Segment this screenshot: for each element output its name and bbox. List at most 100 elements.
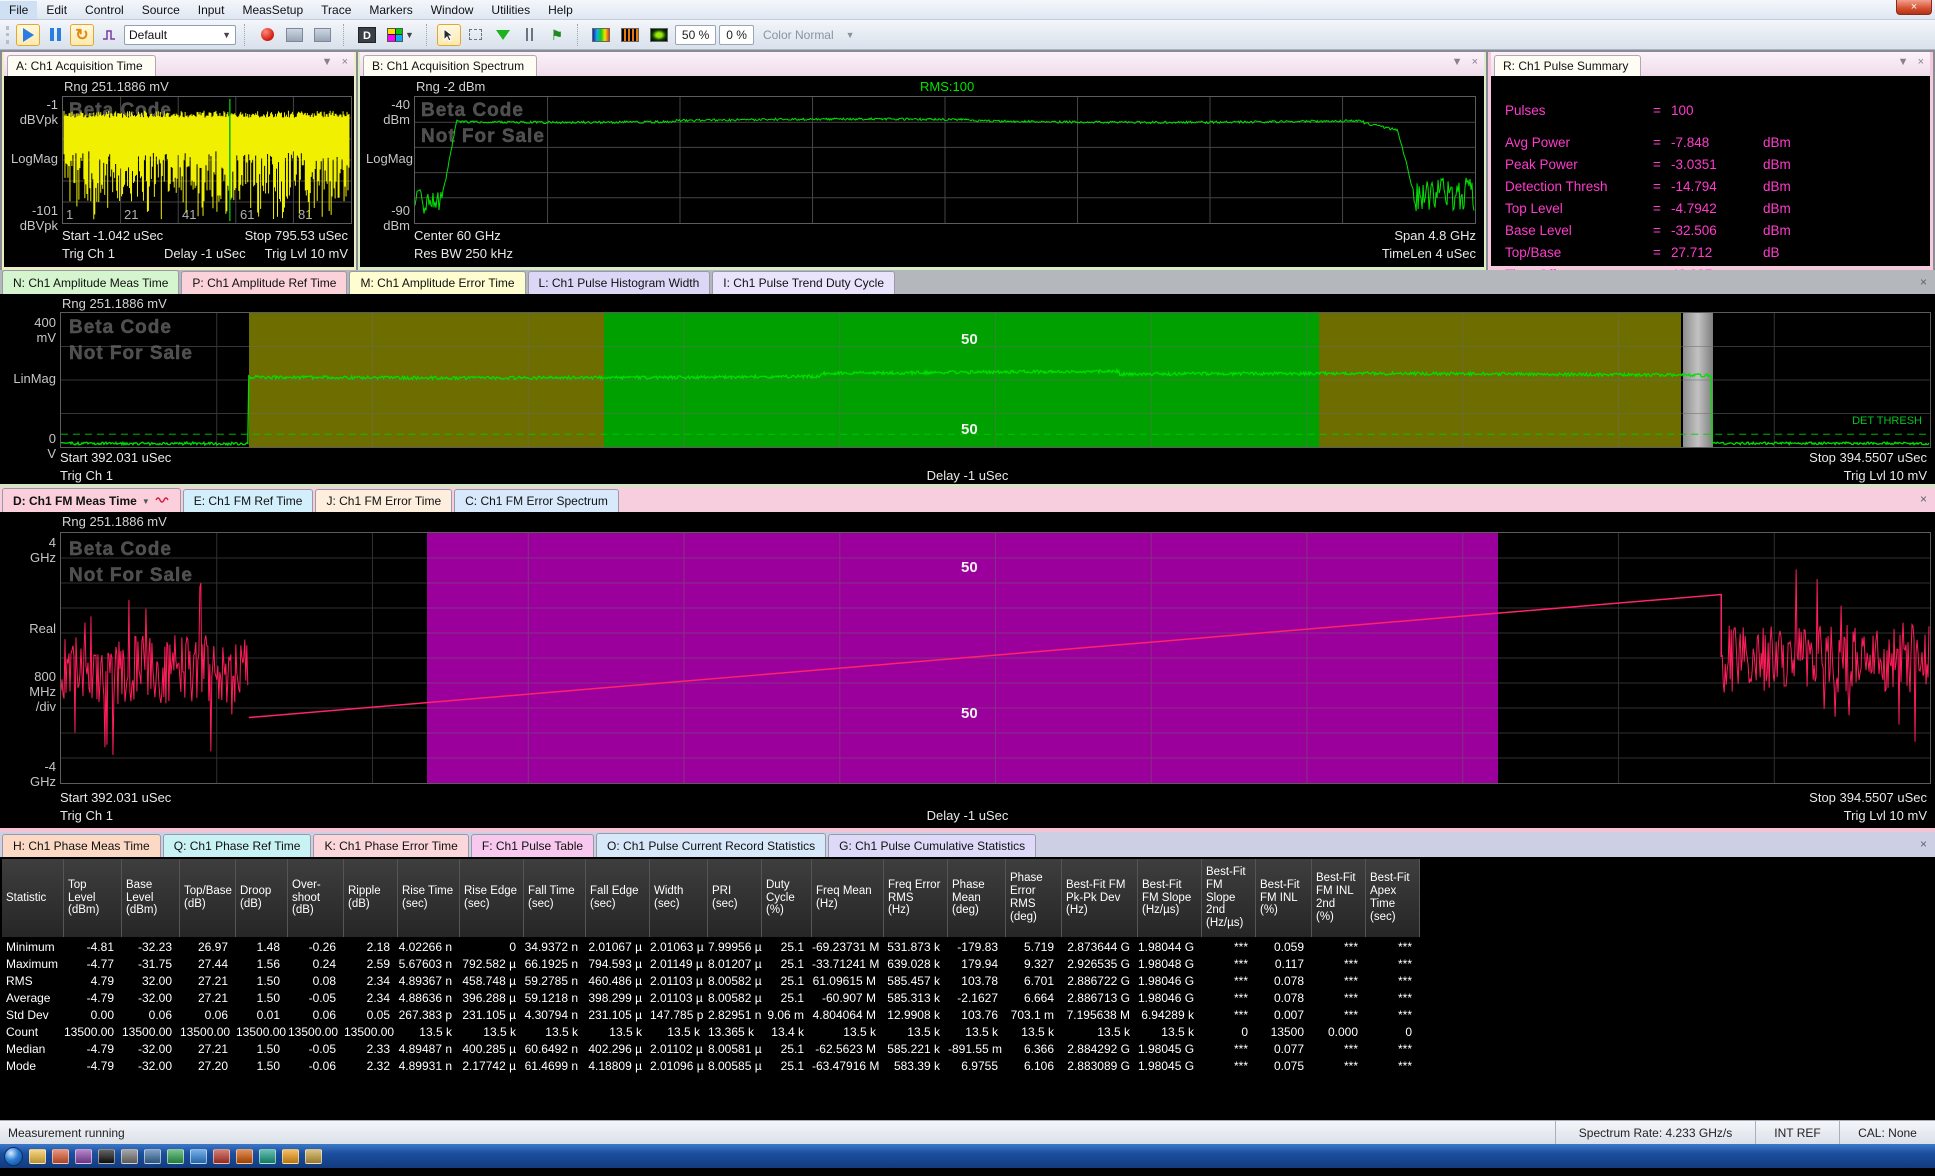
recording-open-button[interactable] [282, 24, 307, 46]
row-close-icon[interactable]: × [1920, 492, 1927, 506]
histogram-view-button[interactable] [617, 24, 643, 46]
menu-control[interactable]: Control [76, 1, 133, 19]
cell-value: 32.00 [122, 973, 180, 990]
panel-minimize-icon[interactable]: ▼ [1898, 56, 1909, 68]
menu-source[interactable]: Source [133, 1, 189, 19]
trace-select-button[interactable]: D [354, 24, 380, 46]
cell-value: 460.486 µ [586, 973, 650, 990]
chevron-down-icon[interactable]: ▼ [142, 497, 150, 506]
panel-minimize-icon[interactable]: ▼ [322, 56, 333, 68]
cell-value: 396.288 µ [460, 990, 524, 1007]
acquisition-time-plot[interactable]: Beta CodeNot For Sale 121416181 [62, 96, 352, 224]
fm-meas-plot[interactable]: Beta CodeNot For Sale 50 50 [60, 532, 1931, 784]
cell-value: *** [1202, 990, 1256, 1007]
start-button[interactable] [4, 1147, 23, 1166]
tab-h[interactable]: H: Ch1 Phase Meas Time [2, 834, 161, 857]
cell-value: 8.00585 µ [708, 1058, 762, 1075]
band-marker-button[interactable] [518, 24, 542, 46]
column-header: Best-Fit Apex Time (sec) [1366, 859, 1420, 937]
menu-file[interactable]: File [0, 1, 37, 19]
cell-value: 8.00582 µ [708, 973, 762, 990]
panel-close-icon[interactable]: × [1472, 56, 1478, 68]
cell-value: 13.5 k [398, 1024, 460, 1041]
repeat-button[interactable]: ↻ [70, 24, 94, 46]
tab-n[interactable]: N: Ch1 Amplitude Meas Time [2, 270, 179, 294]
tab-e[interactable]: E: Ch1 FM Ref Time [183, 489, 314, 512]
y-axis-format-label: LogMag [6, 152, 58, 167]
tab-i[interactable]: I: Ch1 Pulse Trend Duty Cycle [712, 271, 895, 294]
tab-j[interactable]: J: Ch1 FM Error Time [315, 489, 452, 512]
column-header: Base Level (dBm) [122, 859, 180, 937]
tab-k[interactable]: K: Ch1 Phase Error Time [313, 834, 468, 857]
menu-window[interactable]: Window [422, 1, 483, 19]
panel-close-icon[interactable]: × [1918, 56, 1924, 68]
menu-markers[interactable]: Markers [360, 1, 421, 19]
panel-close-icon[interactable]: × [342, 56, 348, 68]
menu-help[interactable]: Help [539, 1, 582, 19]
menu-meassetup[interactable]: MeasSetup [233, 1, 312, 19]
taskbar-icon[interactable] [75, 1149, 92, 1164]
y-axis-format-label: Real [8, 622, 56, 637]
column-header: Duty Cycle (%) [762, 859, 812, 937]
tab-o[interactable]: O: Ch1 Pulse Current Record Statistics [596, 833, 826, 857]
panel-minimize-icon[interactable]: ▼ [1452, 56, 1463, 68]
pause-button[interactable] [43, 24, 67, 46]
taskbar-icon[interactable] [236, 1149, 253, 1164]
window-close-button[interactable]: × [1896, 0, 1932, 15]
summary-value: 27.712 [1671, 242, 1763, 264]
intensity-percent-field[interactable]: 50 % [675, 25, 716, 45]
taskbar-icon[interactable] [167, 1149, 184, 1164]
zoom-tool-button[interactable] [464, 24, 488, 46]
taskbar-icon[interactable] [52, 1149, 69, 1164]
taskbar-icon[interactable] [213, 1149, 230, 1164]
taskbar-icon[interactable] [29, 1149, 46, 1164]
amplitude-meas-plot[interactable]: Beta CodeNot For Sale 50 50 DET THRESH [60, 312, 1931, 448]
eye-diagram-view-button[interactable] [646, 24, 672, 46]
taskbar-icon[interactable] [121, 1149, 138, 1164]
row-close-icon[interactable]: × [1920, 275, 1927, 289]
layout-button[interactable]: ▼ [383, 24, 418, 46]
spectrogram-view-button[interactable] [588, 24, 614, 46]
tab-d[interactable]: D: Ch1 FM Meas Time▼ [2, 488, 181, 512]
taskbar-icon[interactable] [305, 1149, 322, 1164]
taskbar-icon[interactable] [190, 1149, 207, 1164]
recording-close-button[interactable] [310, 24, 335, 46]
color-mode-dropdown[interactable]: Color Normal▼ [763, 28, 855, 42]
tab-m[interactable]: M: Ch1 Amplitude Error Time [349, 271, 525, 294]
tab-acquisition-time[interactable]: A: Ch1 Acquisition Time [7, 55, 156, 76]
tab-g[interactable]: G: Ch1 Pulse Cumulative Statistics [828, 834, 1036, 857]
y-axis-format-label: LogMag [366, 152, 410, 167]
preset-dropdown[interactable]: Default▼ [124, 25, 236, 45]
main-toolbar: ↻ Default▼ D ▼ ⚑ 50 % 0 % Color Normal▼ [0, 20, 1935, 50]
tab-c[interactable]: C: Ch1 FM Error Spectrum [454, 489, 619, 512]
floor-percent-field[interactable]: 0 % [719, 25, 754, 45]
pointer-tool-button[interactable] [437, 24, 461, 46]
panel-acquisition-spectrum: B: Ch1 Acquisition Spectrum ▼× Rng -2 dB… [358, 52, 1486, 270]
tab-q[interactable]: Q: Ch1 Phase Ref Time [163, 834, 312, 857]
taskbar-icon[interactable] [259, 1149, 276, 1164]
menu-input[interactable]: Input [189, 1, 234, 19]
taskbar-icon[interactable] [144, 1149, 161, 1164]
play-button[interactable] [16, 24, 40, 46]
flag-marker-button[interactable]: ⚑ [545, 24, 569, 46]
tab-f[interactable]: F: Ch1 Pulse Table [471, 834, 594, 857]
record-button[interactable] [255, 24, 279, 46]
tab-p[interactable]: P: Ch1 Amplitude Ref Time [181, 271, 347, 294]
menu-utilities[interactable]: Utilities [482, 1, 539, 19]
tab-acquisition-spectrum[interactable]: B: Ch1 Acquisition Spectrum [363, 55, 537, 76]
tab-pulse-summary[interactable]: R: Ch1 Pulse Summary [1494, 55, 1641, 76]
marker-tool-button[interactable] [491, 24, 515, 46]
cell-value: -0.06 [288, 1058, 344, 1075]
tab-label: Q: Ch1 Phase Ref Time [174, 839, 301, 853]
menu-edit[interactable]: Edit [37, 1, 76, 19]
row-close-icon[interactable]: × [1920, 837, 1927, 851]
trigger-button[interactable] [97, 24, 121, 46]
summary-label: Top Level [1505, 198, 1653, 220]
acquisition-spectrum-plot[interactable]: Beta CodeNot For Sale [414, 96, 1476, 224]
column-header: Phase Error RMS (deg) [1006, 859, 1062, 937]
cell-value: 1.48 [236, 939, 288, 956]
taskbar-icon[interactable] [282, 1149, 299, 1164]
taskbar-icon[interactable] [98, 1149, 115, 1164]
tab-l[interactable]: L: Ch1 Pulse Histogram Width [528, 271, 711, 294]
menu-trace[interactable]: Trace [312, 1, 360, 19]
